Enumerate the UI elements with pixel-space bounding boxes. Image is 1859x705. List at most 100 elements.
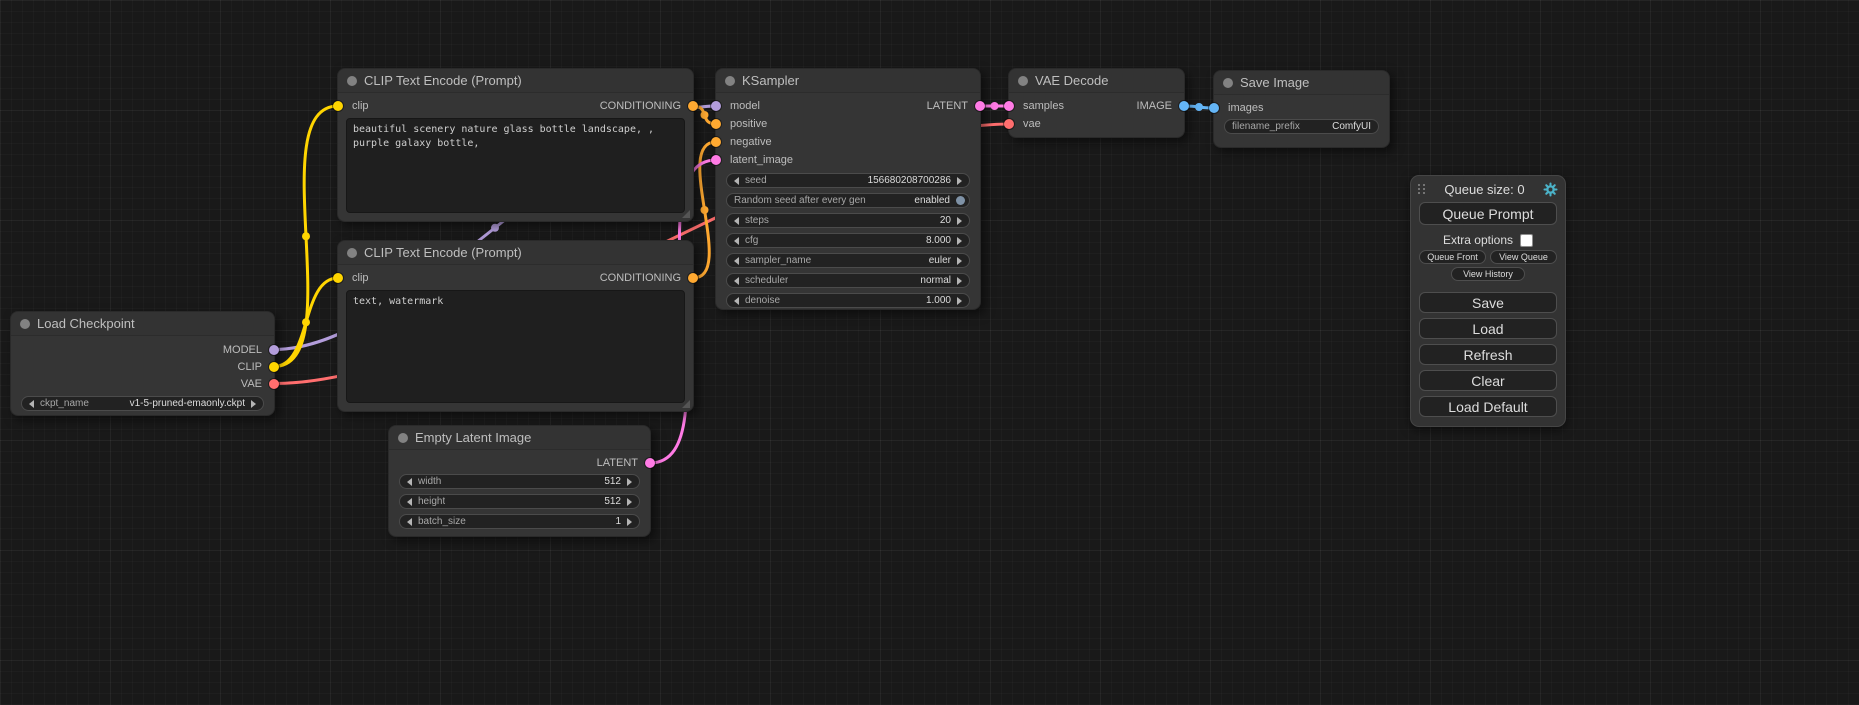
increment-arrow-icon[interactable] xyxy=(957,277,962,285)
queue-front-button[interactable]: Queue Front xyxy=(1419,250,1486,264)
view-queue-button[interactable]: View Queue xyxy=(1490,250,1557,264)
increment-arrow-icon[interactable] xyxy=(957,217,962,225)
decrement-arrow-icon[interactable] xyxy=(734,237,739,245)
node-collapse-dot-icon[interactable] xyxy=(347,248,357,258)
scheduler-widget[interactable]: scheduler normal xyxy=(726,273,970,288)
node-load-checkpoint[interactable]: Load Checkpoint MODEL CLIP VAE ckpt_name… xyxy=(10,311,275,416)
node-empty-latent-image[interactable]: Empty Latent Image LATENT width 512 heig… xyxy=(388,425,651,537)
increment-arrow-icon[interactable] xyxy=(957,237,962,245)
port-vae-out[interactable] xyxy=(269,379,279,389)
load-button[interactable]: Load xyxy=(1419,318,1557,339)
node-title-bar[interactable]: Save Image xyxy=(1214,71,1389,95)
drag-handle-icon[interactable] xyxy=(1418,184,1426,195)
resize-handle[interactable] xyxy=(682,210,690,218)
node-ksampler[interactable]: KSampler model LATENT positive negative … xyxy=(715,68,981,310)
node-title-bar[interactable]: CLIP Text Encode (Prompt) xyxy=(338,241,693,265)
link-wire[interactable] xyxy=(274,278,338,367)
port-images-in[interactable] xyxy=(1209,103,1219,113)
port-latent-out[interactable] xyxy=(645,458,655,468)
port-samples-in[interactable] xyxy=(1004,101,1014,111)
random-seed-toggle-widget[interactable]: Random seed after every gen enabled xyxy=(726,193,970,208)
increment-arrow-icon[interactable] xyxy=(957,257,962,265)
port-latent-image-in[interactable] xyxy=(711,155,721,165)
decrement-arrow-icon[interactable] xyxy=(407,478,412,486)
decrement-arrow-icon[interactable] xyxy=(407,498,412,506)
port-latent-out[interactable] xyxy=(975,101,985,111)
node-collapse-dot-icon[interactable] xyxy=(398,433,408,443)
settings-gear-icon[interactable] xyxy=(1543,182,1558,197)
decrement-arrow-icon[interactable] xyxy=(29,400,34,408)
increment-arrow-icon[interactable] xyxy=(251,400,256,408)
denoise-widget[interactable]: denoise 1.000 xyxy=(726,293,970,308)
port-conditioning-out[interactable] xyxy=(688,273,698,283)
node-graph-canvas[interactable]: Load Checkpoint MODEL CLIP VAE ckpt_name… xyxy=(0,0,1859,705)
link-wire[interactable] xyxy=(274,106,338,367)
seed-widget[interactable]: seed 156680208700286 xyxy=(726,173,970,188)
port-clip-in[interactable] xyxy=(333,273,343,283)
widget-name: height xyxy=(418,496,445,507)
decrement-arrow-icon[interactable] xyxy=(734,277,739,285)
node-vae-decode[interactable]: VAE Decode samples IMAGE vae xyxy=(1008,68,1185,138)
node-collapse-dot-icon[interactable] xyxy=(20,319,30,329)
node-title-bar[interactable]: Empty Latent Image xyxy=(389,426,650,450)
decrement-arrow-icon[interactable] xyxy=(734,257,739,265)
port-negative-in[interactable] xyxy=(711,137,721,147)
node-title-bar[interactable]: KSampler xyxy=(716,69,980,93)
load-default-button[interactable]: Load Default xyxy=(1419,396,1557,417)
node-save-image[interactable]: Save Image images filename_prefix ComfyU… xyxy=(1213,70,1390,148)
decrement-arrow-icon[interactable] xyxy=(734,217,739,225)
link-midpoint-dot xyxy=(302,318,310,326)
increment-arrow-icon[interactable] xyxy=(627,478,632,486)
filename-prefix-widget[interactable]: filename_prefix ComfyUI xyxy=(1224,119,1379,134)
increment-arrow-icon[interactable] xyxy=(627,518,632,526)
queue-prompt-button[interactable]: Queue Prompt xyxy=(1419,202,1557,225)
cfg-widget[interactable]: cfg 8.000 xyxy=(726,233,970,248)
save-button[interactable]: Save xyxy=(1419,292,1557,313)
ckpt-name-widget[interactable]: ckpt_name v1-5-pruned-emaonly.ckpt xyxy=(21,396,264,411)
node-collapse-dot-icon[interactable] xyxy=(725,76,735,86)
positive-prompt-textarea[interactable]: beautiful scenery nature glass bottle la… xyxy=(346,118,685,213)
steps-widget[interactable]: steps 20 xyxy=(726,213,970,228)
view-history-button[interactable]: View History xyxy=(1451,267,1525,281)
widget-value: euler xyxy=(929,255,951,266)
node-title-bar[interactable]: CLIP Text Encode (Prompt) xyxy=(338,69,693,93)
node-clip-text-encode-positive[interactable]: CLIP Text Encode (Prompt) clip CONDITION… xyxy=(337,68,694,222)
clear-button[interactable]: Clear xyxy=(1419,370,1557,391)
decrement-arrow-icon[interactable] xyxy=(734,177,739,185)
port-conditioning-out[interactable] xyxy=(688,101,698,111)
node-collapse-dot-icon[interactable] xyxy=(1223,78,1233,88)
negative-prompt-textarea[interactable]: text, watermark xyxy=(346,290,685,403)
widget-name: ckpt_name xyxy=(40,398,89,409)
node-title-bar[interactable]: Load Checkpoint xyxy=(11,312,274,336)
increment-arrow-icon[interactable] xyxy=(957,177,962,185)
toggle-dot-icon[interactable] xyxy=(956,196,965,205)
decrement-arrow-icon[interactable] xyxy=(407,518,412,526)
port-vae-in[interactable] xyxy=(1004,119,1014,129)
node-collapse-dot-icon[interactable] xyxy=(1018,76,1028,86)
node-clip-text-encode-negative[interactable]: CLIP Text Encode (Prompt) clip CONDITION… xyxy=(337,240,694,412)
port-positive-in[interactable] xyxy=(711,119,721,129)
extra-options-checkbox[interactable] xyxy=(1520,234,1533,247)
widget-value: 156680208700286 xyxy=(868,175,951,186)
queue-menu-panel[interactable]: Queue size: 0 Queue Prompt Extra options xyxy=(1410,175,1566,427)
port-clip-out[interactable] xyxy=(269,362,279,372)
node-title-bar[interactable]: VAE Decode xyxy=(1009,69,1184,93)
port-clip-in[interactable] xyxy=(333,101,343,111)
batch-size-widget[interactable]: batch_size 1 xyxy=(399,514,640,529)
increment-arrow-icon[interactable] xyxy=(627,498,632,506)
widget-value: ComfyUI xyxy=(1332,121,1371,132)
port-model-in[interactable] xyxy=(711,101,721,111)
port-model-out[interactable] xyxy=(269,345,279,355)
sampler-name-widget[interactable]: sampler_name euler xyxy=(726,253,970,268)
increment-arrow-icon[interactable] xyxy=(957,297,962,305)
port-image-out[interactable] xyxy=(1179,101,1189,111)
width-widget[interactable]: width 512 xyxy=(399,474,640,489)
refresh-button[interactable]: Refresh xyxy=(1419,344,1557,365)
height-widget[interactable]: height 512 xyxy=(399,494,640,509)
slot-row: clip CONDITIONING xyxy=(338,97,693,115)
node-collapse-dot-icon[interactable] xyxy=(347,76,357,86)
resize-handle[interactable] xyxy=(682,400,690,408)
slot-label: CONDITIONING xyxy=(600,272,681,284)
decrement-arrow-icon[interactable] xyxy=(734,297,739,305)
widget-value: v1-5-pruned-emaonly.ckpt xyxy=(130,398,245,409)
